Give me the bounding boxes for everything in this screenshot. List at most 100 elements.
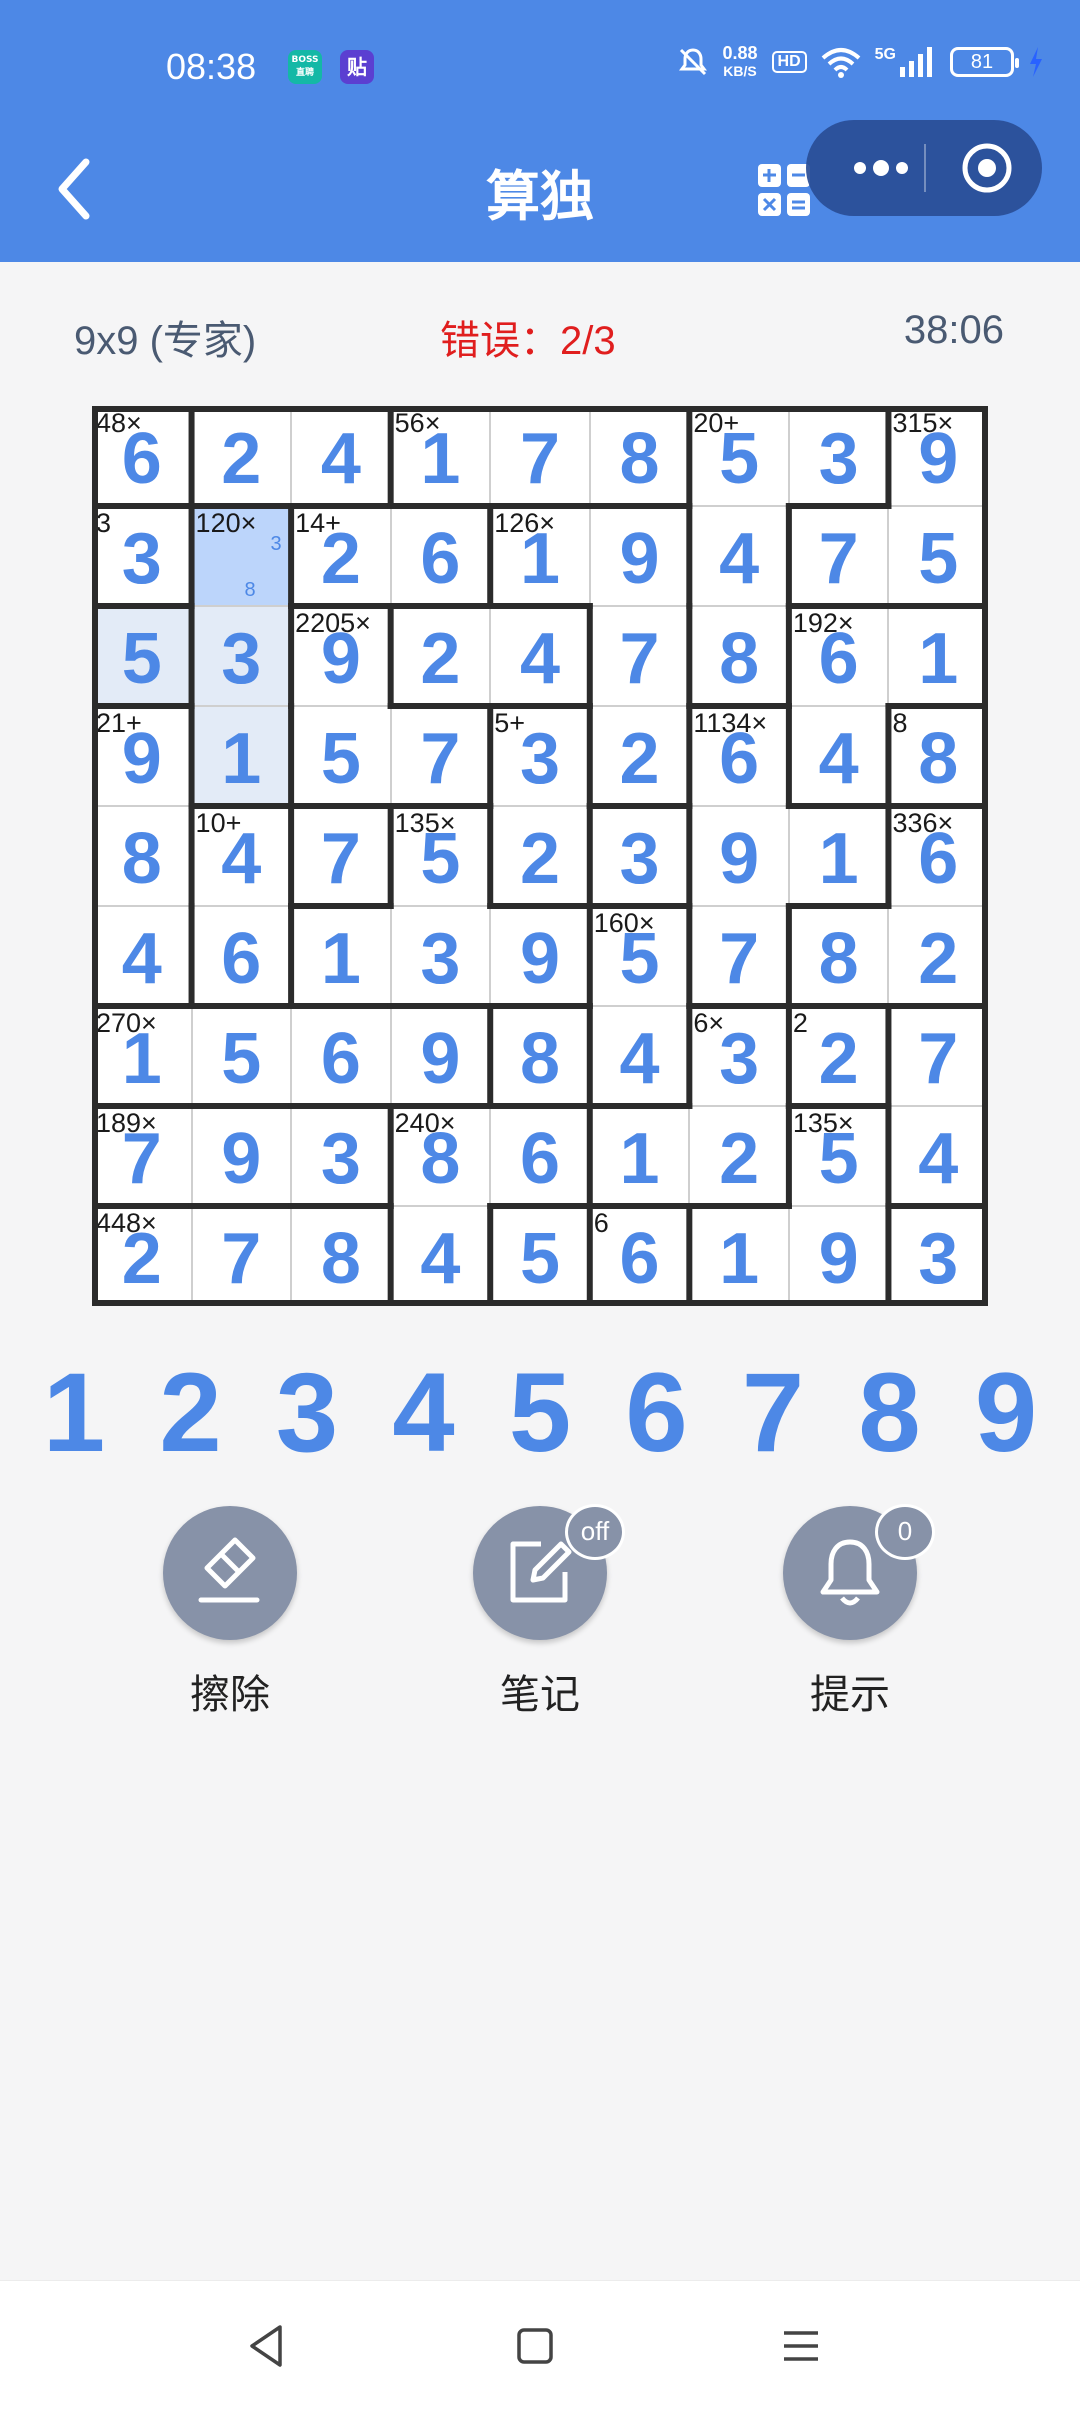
board-cell[interactable]: 6: [291, 1006, 391, 1106]
board-cell[interactable]: 1: [589, 1106, 690, 1206]
board-cell[interactable]: 1 126×: [490, 506, 590, 606]
board-cell[interactable]: 6: [390, 506, 491, 606]
board-cell[interactable]: 2: [689, 1106, 789, 1206]
board-cell[interactable]: 1: [291, 906, 391, 1006]
board-cell[interactable]: 8: [788, 906, 889, 1006]
board-cell[interactable]: 5: [888, 506, 988, 606]
board-cell[interactable]: 8: [291, 1206, 391, 1306]
board-cell[interactable]: 9: [788, 1206, 889, 1306]
board-cell[interactable]: 2: [191, 406, 292, 506]
numkey-7[interactable]: 7: [723, 1348, 823, 1478]
board-cell[interactable]: 3: [888, 1206, 988, 1306]
board-cell[interactable]: 1 270×: [92, 1006, 192, 1106]
board-cell[interactable]: 5 20+: [689, 406, 789, 506]
board-cell[interactable]: 6 1134×: [689, 706, 789, 806]
board-cell[interactable]: 5 135×: [390, 806, 491, 906]
board-cell[interactable]: 8: [689, 606, 789, 706]
erase-tool[interactable]: 擦除: [140, 1506, 320, 1720]
board-cell[interactable]: 9 2205×: [291, 606, 391, 706]
board-cell[interactable]: 8: [490, 1006, 590, 1106]
board-cell[interactable]: 4: [390, 1206, 491, 1306]
hint-tool[interactable]: 0 提示: [760, 1504, 940, 1720]
home-square-icon[interactable]: [510, 2321, 560, 2371]
board-cell[interactable]: 9 315×: [888, 406, 988, 506]
numkey-4[interactable]: 4: [374, 1348, 474, 1478]
board-cell[interactable]: 6: [191, 906, 292, 1006]
board-cell[interactable]: 4: [888, 1106, 988, 1206]
board-cell[interactable]: 2 448×: [92, 1206, 192, 1306]
board-cell[interactable]: 2: [390, 606, 491, 706]
numkey-1[interactable]: 1: [24, 1348, 124, 1478]
numkey-8[interactable]: 8: [840, 1348, 940, 1478]
board-cell[interactable]: 6 336×: [888, 806, 988, 906]
back-triangle-icon[interactable]: [242, 2321, 292, 2371]
board-cell[interactable]: 120× 3 8: [191, 506, 292, 606]
board-cell[interactable]: 1 56×: [390, 406, 491, 506]
numkey-5[interactable]: 5: [490, 1348, 590, 1478]
board-cell[interactable]: 3: [291, 1106, 391, 1206]
board-cell[interactable]: 6: [490, 1106, 590, 1206]
notes-tool[interactable]: off 笔记: [450, 1504, 630, 1720]
board-cell[interactable]: 5: [490, 1206, 590, 1306]
board-cell[interactable]: 2: [490, 806, 590, 906]
board-cell[interactable]: 1: [689, 1206, 789, 1306]
board-cell[interactable]: 5: [191, 1006, 292, 1106]
board-cell[interactable]: 3: [589, 806, 690, 906]
board-cell[interactable]: 2: [589, 706, 690, 806]
board-cell[interactable]: 3 6×: [689, 1006, 789, 1106]
numkey-6[interactable]: 6: [607, 1348, 707, 1478]
board-cell[interactable]: 9: [589, 506, 690, 606]
numkey-3[interactable]: 3: [257, 1348, 357, 1478]
board-cell[interactable]: 1: [888, 606, 988, 706]
numkey-2[interactable]: 2: [141, 1348, 241, 1478]
board-cell[interactable]: 4: [589, 1006, 690, 1106]
board-cell[interactable]: 4: [788, 706, 889, 806]
board-cell[interactable]: 7: [788, 506, 889, 606]
board-cell[interactable]: 5: [92, 606, 192, 706]
board-cell[interactable]: 3: [788, 406, 889, 506]
erase-button[interactable]: [163, 1506, 297, 1640]
board-cell[interactable]: 33: [92, 506, 192, 606]
board-cell[interactable]: 5 135×: [788, 1106, 889, 1206]
board-cell[interactable]: 66: [589, 1206, 690, 1306]
board-cell[interactable]: 9: [390, 1006, 491, 1106]
close-target-icon[interactable]: [956, 138, 1018, 198]
board-cell[interactable]: 3: [191, 606, 292, 706]
board-cell[interactable]: 4: [689, 506, 789, 606]
board-cell[interactable]: 2 14+: [291, 506, 391, 606]
more-icon[interactable]: [836, 138, 926, 198]
board-cell[interactable]: 1: [788, 806, 889, 906]
board-cell[interactable]: 9: [490, 906, 590, 1006]
board-cell[interactable]: 8: [92, 806, 192, 906]
board-cell[interactable]: 6 192×: [788, 606, 889, 706]
board-cell[interactable]: 5 160×: [589, 906, 690, 1006]
board-cell[interactable]: 2: [888, 906, 988, 1006]
board-cell[interactable]: 4 10+: [191, 806, 292, 906]
board-cell[interactable]: 7 189×: [92, 1106, 192, 1206]
board-cell[interactable]: 22: [788, 1006, 889, 1106]
numkey-9[interactable]: 9: [956, 1348, 1056, 1478]
board-cell[interactable]: 9: [191, 1106, 292, 1206]
board-cell[interactable]: 1: [191, 706, 292, 806]
board-cell[interactable]: 6 48×: [92, 406, 192, 506]
board-cell[interactable]: 3 5+: [490, 706, 590, 806]
board-cell[interactable]: 4: [92, 906, 192, 1006]
board-cell[interactable]: 7: [191, 1206, 292, 1306]
calculator-icon[interactable]: [758, 164, 810, 216]
board-cell[interactable]: 7: [291, 806, 391, 906]
board-cell[interactable]: 8: [589, 406, 690, 506]
board-cell[interactable]: 7: [589, 606, 690, 706]
board-cell[interactable]: 3: [390, 906, 491, 1006]
menu-lines-icon[interactable]: [776, 2321, 826, 2371]
board-cell[interactable]: 9 21+: [92, 706, 192, 806]
notes-button[interactable]: off: [473, 1504, 625, 1640]
board-cell[interactable]: 7: [689, 906, 789, 1006]
board-cell[interactable]: 88: [888, 706, 988, 806]
board-cell[interactable]: 7: [390, 706, 491, 806]
board-cell[interactable]: 7: [888, 1006, 988, 1106]
board-cell[interactable]: 9: [689, 806, 789, 906]
board-cell[interactable]: 4: [490, 606, 590, 706]
board-cell[interactable]: 5: [291, 706, 391, 806]
board-cell[interactable]: 4: [291, 406, 391, 506]
hint-button[interactable]: 0: [783, 1504, 935, 1640]
